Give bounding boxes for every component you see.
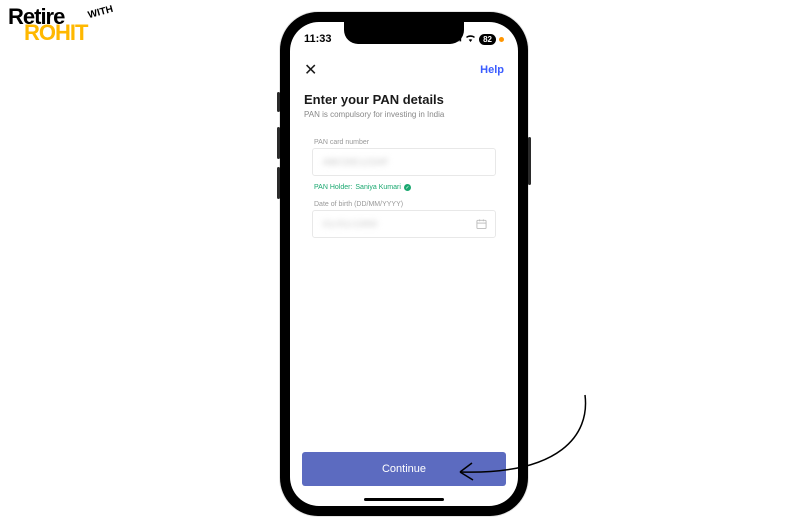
verified-icon: ✓ bbox=[404, 184, 411, 191]
pan-input[interactable]: ABCDE1234F bbox=[312, 148, 496, 176]
phone-screen: 11:33 82 ✕ Help Enter your PAN details P… bbox=[290, 22, 518, 506]
side-button bbox=[277, 167, 280, 199]
home-indicator[interactable] bbox=[364, 498, 444, 501]
dob-field-label: Date of birth (DD/MM/YYYY) bbox=[314, 201, 504, 208]
pan-value-masked: ABCDE1234F bbox=[323, 157, 390, 167]
logo-with-text: WITH bbox=[87, 6, 114, 21]
page-title: Enter your PAN details bbox=[304, 92, 504, 107]
dob-value-masked: 01/01/1990 bbox=[323, 219, 378, 229]
battery-indicator: 82 bbox=[479, 34, 496, 45]
dob-input[interactable]: 01/01/1990 bbox=[312, 210, 496, 238]
side-button bbox=[277, 92, 280, 112]
side-button bbox=[277, 127, 280, 159]
pan-holder-verified: PAN Holder: Saniya Kumari ✓ bbox=[314, 184, 494, 191]
brand-logo: Retire ROHIT WITH bbox=[8, 8, 87, 42]
page-header: ✕ Help bbox=[290, 50, 518, 86]
help-link[interactable]: Help bbox=[480, 64, 504, 76]
status-time: 11:33 bbox=[304, 33, 332, 45]
close-icon[interactable]: ✕ bbox=[304, 60, 317, 80]
phone-frame: 11:33 82 ✕ Help Enter your PAN details P… bbox=[280, 12, 528, 516]
pan-field-label: PAN card number bbox=[314, 139, 504, 146]
continue-button[interactable]: Continue bbox=[302, 452, 506, 486]
wifi-icon bbox=[465, 34, 476, 44]
calendar-icon[interactable] bbox=[476, 219, 487, 230]
notch bbox=[344, 22, 464, 44]
recording-indicator-icon bbox=[499, 37, 504, 42]
side-button bbox=[528, 137, 531, 185]
page-subtitle: PAN is compulsory for investing in India bbox=[304, 110, 504, 119]
